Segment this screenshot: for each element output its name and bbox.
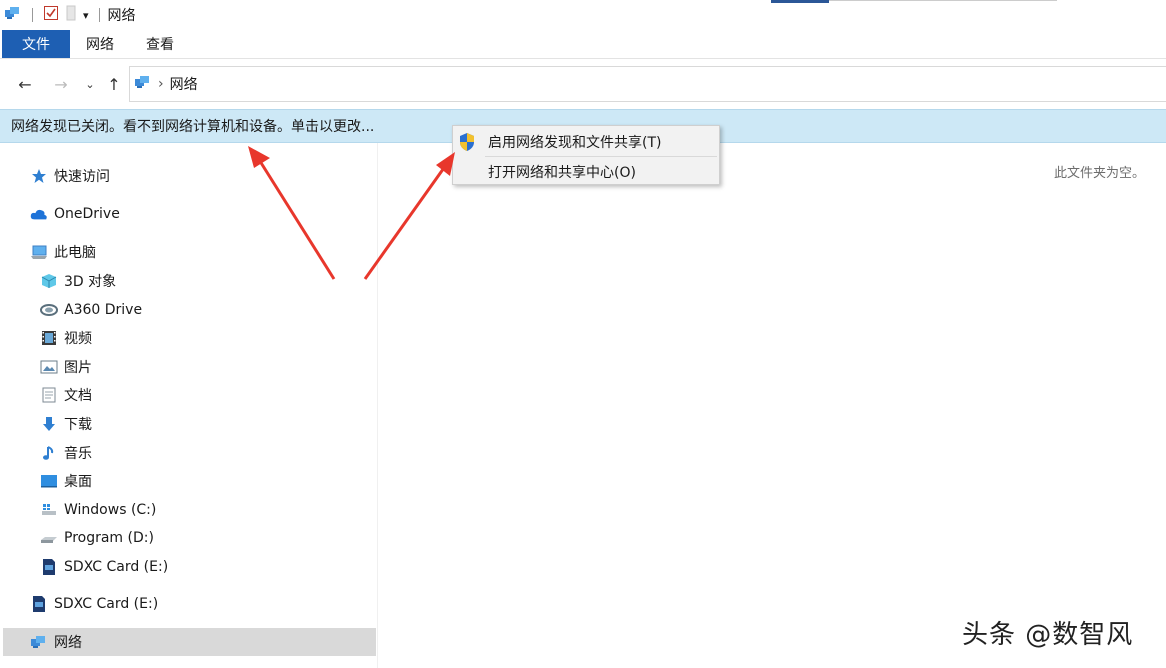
sidebar-item-pictures[interactable]: 图片 [40,354,92,380]
menu-item-label: 启用网络发现和文件共享(T) [488,135,662,151]
documents-icon [40,386,58,404]
sd-card-icon [30,595,48,613]
title-bar: ▾ 网络 [0,0,1166,30]
pictures-icon [40,358,58,376]
customize-dropdown-icon[interactable]: ▾ [83,9,89,22]
sidebar-item-network[interactable]: 网络 [3,628,376,656]
navigation-pane: 快速访问 OneDrive 此电脑 3D 对象 A360 Drive 视频 图片… [0,143,378,668]
sidebar-item-desktop[interactable]: 桌面 [40,468,92,494]
video-icon [40,329,58,347]
sidebar-item-documents[interactable]: 文档 [40,382,92,408]
sidebar-item-a360-drive[interactable]: A360 Drive [40,297,142,323]
star-icon [30,167,48,185]
breadcrumb-separator[interactable]: › [158,76,164,92]
sidebar-item-label: Program (D:) [64,530,154,546]
context-menu: 启用网络发现和文件共享(T) 打开网络和共享中心(O) [452,125,720,185]
computer-icon [30,243,48,261]
menu-item-enable-network-discovery[interactable]: 启用网络发现和文件共享(T) [453,128,719,156]
sidebar-item-label: SDXC Card (E:) [64,559,169,575]
network-icon [4,5,22,25]
3d-objects-icon [40,272,58,290]
title-line [829,0,1057,1]
navigation-bar: ← → ⌄ ↑ › 网络 [0,66,1166,102]
sidebar-item-label: 快速访问 [54,169,110,185]
menu-item-open-network-sharing-center[interactable]: 打开网络和共享中心(O) [453,158,719,186]
separator [32,8,33,22]
sidebar-item-label: 视频 [64,331,92,347]
menu-separator [485,156,717,157]
sidebar-item-label: 文档 [64,388,92,404]
sidebar-item-label: 3D 对象 [64,274,117,290]
network-icon [134,74,152,94]
sidebar-item-label: OneDrive [54,206,120,222]
drive-c-icon [40,501,58,519]
window-title: 网络 [107,8,136,24]
sidebar-item-label: A360 Drive [64,302,143,318]
sidebar-item-label: SDXC Card (E:) [54,596,159,612]
new-folder-icon[interactable] [65,5,77,25]
music-icon [40,444,58,462]
ribbon-tabs: 文件 网络 查看 [0,30,1166,59]
up-button[interactable]: ↑ [102,75,126,94]
sidebar-item-label: 下载 [64,417,92,433]
sd-card-icon [40,558,58,576]
download-icon [40,415,58,433]
sidebar-item-label: 音乐 [64,446,92,462]
tab-file[interactable]: 文件 [2,30,70,58]
tab-network[interactable]: 网络 [70,30,130,58]
sidebar-item-label: 图片 [64,360,92,376]
breadcrumb-item-network[interactable]: 网络 [170,74,198,94]
forward-button[interactable]: → [49,75,73,94]
menu-item-label: 打开网络和共享中心(O) [488,165,636,181]
address-bar[interactable]: › 网络 [129,66,1166,102]
sidebar-item-this-pc[interactable]: 此电脑 [30,239,96,265]
sidebar-item-sdxc-card-e[interactable]: SDXC Card (E:) [40,554,168,580]
sidebar-item-sdxc-card-e-root[interactable]: SDXC Card (E:) [30,591,158,617]
annotation-arrow-menu [363,152,455,280]
sidebar-item-program-d[interactable]: Program (D:) [40,525,154,551]
infobar-text: 网络发现已关闭。看不到网络计算机和设备。单击以更改... [11,119,375,135]
uac-shield-icon [458,132,476,156]
sidebar-item-onedrive[interactable]: OneDrive [30,201,120,227]
a360-drive-icon [40,301,58,319]
network-icon [30,633,48,651]
sidebar-item-label: 网络 [54,635,82,651]
separator [98,8,100,22]
properties-icon[interactable] [43,5,59,25]
empty-folder-message: 此文件夹为空。 [1054,166,1146,181]
title-accent [771,0,829,3]
drive-d-icon [40,529,58,547]
recent-locations-button[interactable]: ⌄ [78,78,102,91]
watermark: 头条 @数智风 [962,620,1134,650]
sidebar-item-label: 此电脑 [54,245,96,261]
sidebar-item-music[interactable]: 音乐 [40,440,92,466]
sidebar-item-label: 桌面 [64,474,92,490]
quick-access-toolbar: ▾ [0,5,104,25]
sidebar-item-downloads[interactable]: 下载 [40,411,92,437]
sidebar-item-quick-access[interactable]: 快速访问 [30,163,110,189]
sidebar-item-label: Windows (C:) [64,502,157,518]
sidebar-item-3d-objects[interactable]: 3D 对象 [40,268,116,294]
tab-view[interactable]: 查看 [130,30,190,58]
cloud-icon [30,205,48,223]
desktop-icon [40,472,58,490]
sidebar-item-videos[interactable]: 视频 [40,325,92,351]
back-button[interactable]: ← [13,75,37,94]
sidebar-item-windows-c[interactable]: Windows (C:) [40,497,156,523]
